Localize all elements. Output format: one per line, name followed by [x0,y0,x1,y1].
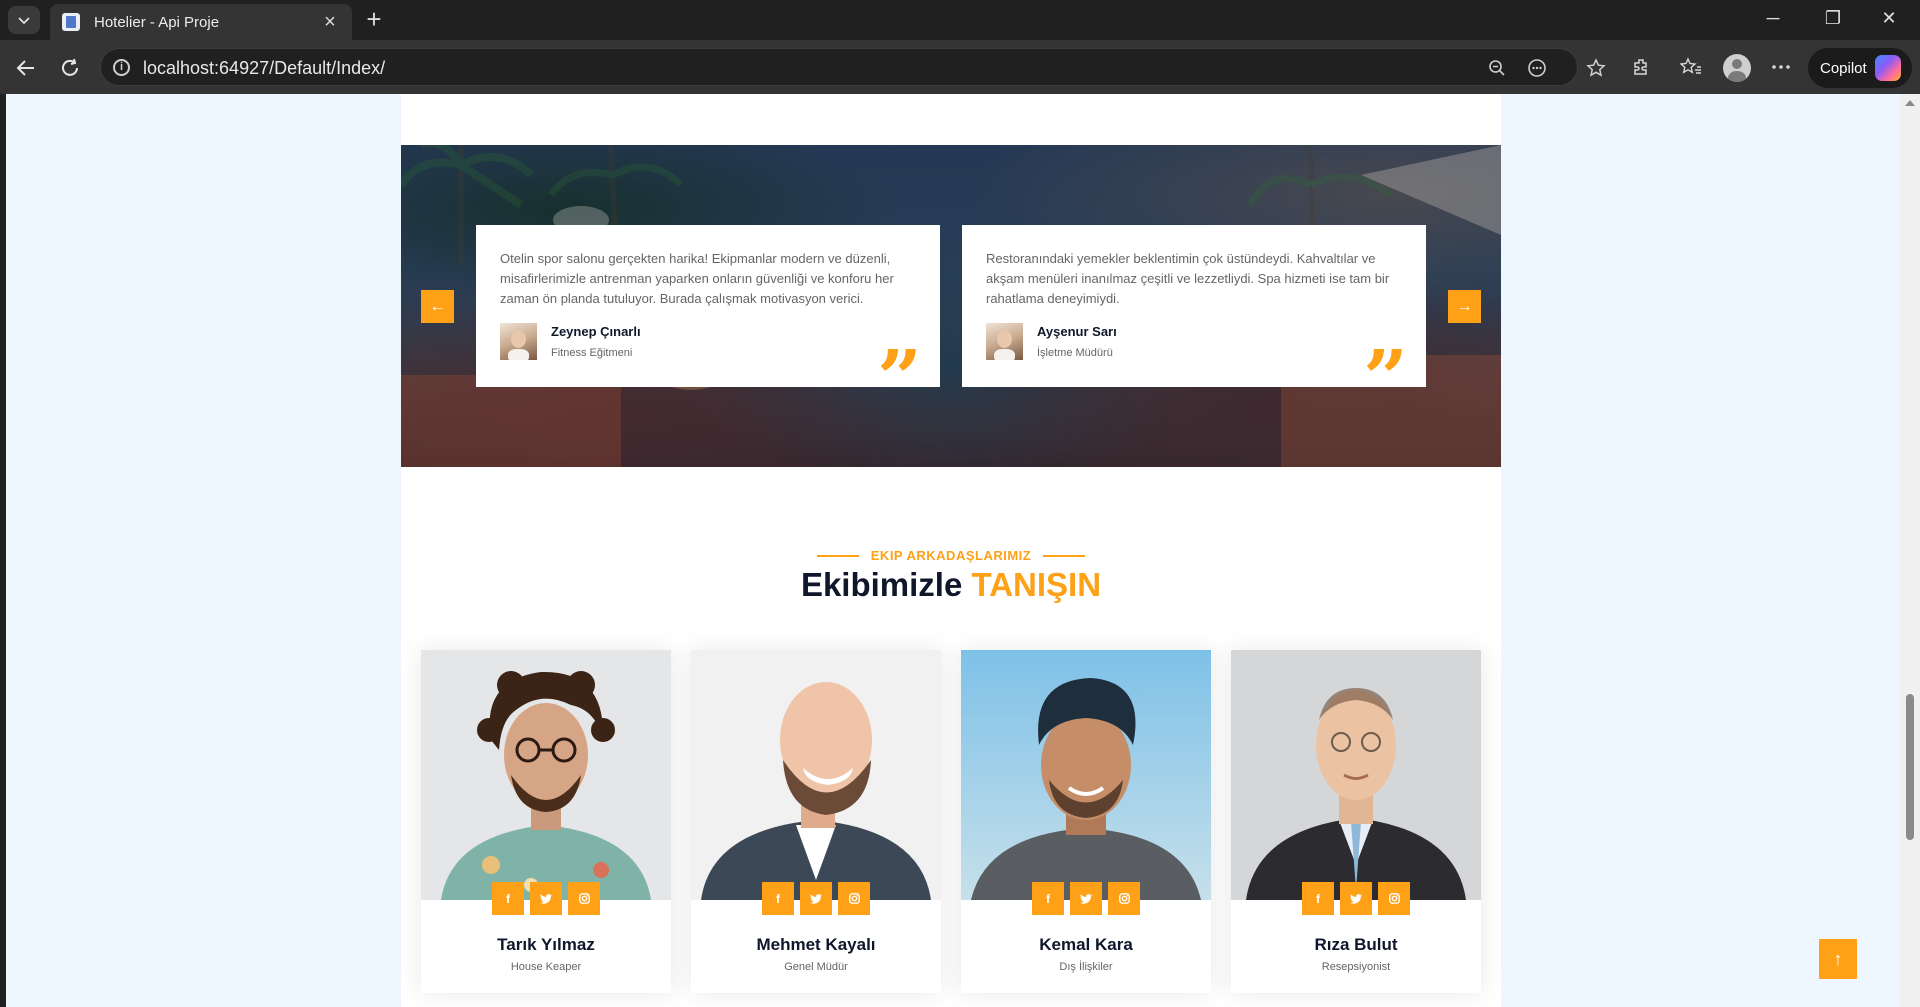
page-favicon-icon [62,13,80,31]
team-member-photo [691,650,941,900]
site-info-icon[interactable]: i [113,59,130,76]
testimonial-card: Restoranındaki yemekler beklentimin çok … [962,225,1426,387]
quote-icon: ” [1363,349,1408,387]
facebook-icon[interactable]: f [762,882,794,915]
address-bar: i localhost:64927/Default/Index/ [0,40,1920,94]
tab-bar: Hotelier - Api Proje × + ─ ❐ ✕ [0,0,1920,40]
team-member-role: Resepsiyonist [1321,961,1391,973]
team-eyebrow-text: EKIP ARKADAŞLARIMIZ [870,548,1032,563]
team-title-main: Ekibimizle [800,566,963,603]
team-member-card: f Kemal Kara Dış İlişkiler [961,650,1211,993]
twitter-icon[interactable] [1070,882,1102,915]
back-to-top-button[interactable]: ↑ [1819,939,1857,979]
tab-actions-button[interactable] [8,6,40,34]
team-member-photo [1231,650,1481,900]
reviewer-title: Fitness Eğitmeni [551,347,633,359]
back-button[interactable] [10,52,42,84]
more-options-icon[interactable] [1768,54,1794,80]
url-text: localhost:64927/Default/Index/ [143,58,386,78]
team-member-role: Genel Müdür [784,961,848,973]
social-links: f [961,882,1211,915]
copilot-button[interactable]: Copilot [1808,48,1912,88]
testimonial-author: Zeynep Çınarlı Fitness Eğitmeni [500,323,641,360]
social-links: f [691,882,941,915]
team-member-name: Tarık Yılmaz [497,935,595,954]
team-member-role: Dış İlişkiler [1059,961,1113,973]
facebook-icon[interactable]: f [1302,882,1334,915]
team-section-title: Ekibimizle TANIŞIN [401,566,1501,604]
instagram-icon[interactable] [1378,882,1410,915]
favorite-star-icon[interactable] [1585,57,1607,79]
team-member-photo [961,650,1211,900]
testimonial-author: Ayşenur Sarı İşletme Müdürü [986,323,1117,360]
social-links: f [1231,882,1481,915]
browser-tab[interactable]: Hotelier - Api Proje × [50,4,352,40]
page-content: ← → Otelin spor salonu gerçekten harika!… [401,94,1501,1007]
reviewer-name: Ayşenur Sarı [1037,324,1117,339]
profile-avatar-icon[interactable] [1723,54,1751,82]
social-links: f [421,882,671,915]
testimonial-section: ← → Otelin spor salonu gerçekten harika!… [401,145,1501,467]
twitter-icon[interactable] [800,882,832,915]
twitter-icon[interactable] [530,882,562,915]
restore-button[interactable]: ❐ [1810,8,1856,29]
team-member-name: Rıza Bulut [1314,935,1398,954]
testimonial-text: Otelin spor salonu gerçekten harika! Eki… [500,251,894,306]
team-member-card: f Rıza Bulut Resepsiyonist [1231,650,1481,993]
chevron-down-icon [18,17,30,25]
extensions-icon[interactable] [1628,54,1654,80]
reload-icon [62,58,78,76]
instagram-icon[interactable] [568,882,600,915]
instagram-icon[interactable] [838,882,870,915]
slider-prev-button[interactable]: ← [421,290,454,323]
facebook-icon[interactable]: f [492,882,524,915]
close-tab-icon[interactable]: × [320,11,340,34]
team-member-card: f Mehmet Kayalı Genel Müdür [691,650,941,993]
reviewer-photo [500,323,537,360]
team-eyebrow: EKIP ARKADAŞLARIMIZ [401,548,1501,563]
new-tab-button[interactable]: + [360,6,388,34]
slider-next-button[interactable]: → [1448,290,1481,323]
favorites-icon[interactable] [1678,54,1704,80]
team-title-accent: TANIŞIN [971,566,1102,603]
scrollbar-thumb[interactable] [1906,694,1914,840]
team-member-card: f Tarık Yılmaz House Keaper [421,650,671,993]
team-member-role: House Keaper [510,961,582,973]
reviewer-name: Zeynep Çınarlı [551,324,641,339]
team-member-photo [421,650,671,900]
close-window-button[interactable]: ✕ [1866,8,1912,29]
arrow-up-icon: ↑ [1833,948,1843,969]
copilot-logo-icon [1874,55,1901,81]
page-viewport: ← → Otelin spor salonu gerçekten harika!… [6,94,1902,1007]
arrow-left-icon [16,60,34,76]
arrow-right-icon: → [1456,297,1473,315]
url-field[interactable]: i localhost:64927/Default/Index/ [100,48,1606,86]
minimize-button[interactable]: ─ [1750,8,1796,29]
reviewer-title: İşletme Müdürü [1037,347,1113,359]
testimonial-text: Restoranındaki yemekler beklentimin çok … [986,251,1390,306]
reviewer-photo [986,323,1023,360]
quote-icon: ” [877,349,922,387]
zoom-icon[interactable] [1486,57,1508,79]
reload-button[interactable] [54,52,86,84]
tab-title: Hotelier - Api Proje [94,13,220,31]
copilot-label: Copilot [1820,59,1867,77]
eyebrow-divider [816,554,859,557]
facebook-icon[interactable]: f [1032,882,1064,915]
twitter-icon[interactable] [1340,882,1372,915]
testimonial-card: Otelin spor salonu gerçekten harika! Eki… [476,225,940,387]
team-member-name: Mehmet Kayalı [756,935,876,954]
arrow-left-icon: ← [429,297,446,315]
eyebrow-divider [1043,554,1086,557]
scroll-up-icon[interactable] [1905,100,1915,106]
instagram-icon[interactable] [1108,882,1140,915]
team-member-name: Kemal Kara [1039,935,1133,954]
page-scrollbar[interactable] [1900,94,1920,1007]
read-aloud-icon[interactable] [1526,57,1548,79]
